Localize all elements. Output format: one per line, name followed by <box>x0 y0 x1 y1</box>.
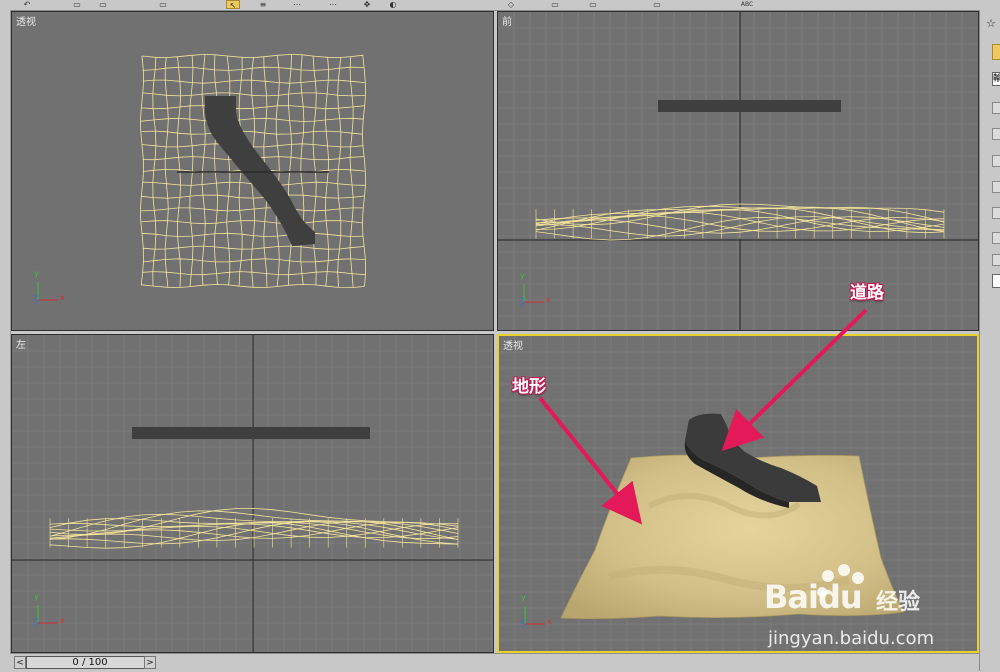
road-object <box>658 100 841 112</box>
viewport-canvas <box>34 53 366 305</box>
viewport-grid <box>498 12 978 330</box>
rollout-button[interactable] <box>992 254 1000 266</box>
main-toolbar: ↶ ▭ ▭ ▭ ↖ ≡ ⋯ ⋯ ✥ ◐ ◇ ▭ ▭ ▭ ABC <box>0 0 1000 11</box>
wire-line <box>142 271 365 276</box>
viewport-canvas <box>499 336 977 651</box>
axis-gizmo <box>521 606 545 629</box>
wire-line <box>141 220 364 225</box>
geometry-tab-icon[interactable] <box>992 44 1000 60</box>
wire-line <box>142 245 365 250</box>
frame-counter: 0 / 100 <box>72 657 108 668</box>
object-type-field[interactable]: 輸 <box>992 72 1000 86</box>
rollout-button[interactable] <box>992 155 1000 167</box>
viewport-front[interactable]: 前 y x z <box>497 11 979 331</box>
road-object <box>132 427 370 439</box>
wire-line <box>142 258 365 263</box>
wire-line <box>141 117 364 122</box>
viewport-canvas <box>498 12 978 330</box>
axis-z-label: z <box>520 295 525 304</box>
axis-gizmo <box>34 605 58 628</box>
axis-x-label: x <box>60 616 65 625</box>
axis-z-label: z <box>521 617 526 626</box>
wire-line <box>201 55 206 286</box>
viewport-label[interactable]: 透视 <box>503 337 523 352</box>
viewport-label[interactable]: 前 <box>502 13 512 28</box>
window-crossing-icon[interactable]: ⋯ <box>326 0 340 9</box>
wire-line <box>139 55 145 286</box>
layer-icon[interactable]: ▭ <box>586 0 600 9</box>
wire-line <box>141 207 364 212</box>
command-panel: ☆ 輸 <box>979 10 1000 671</box>
axis-x-label: x <box>60 293 65 302</box>
wire-line <box>349 56 354 287</box>
wire-line <box>152 56 157 287</box>
viewport-canvas <box>12 335 493 652</box>
terrain-annotation: 地形 <box>512 377 546 397</box>
link-icon[interactable]: ▭ <box>70 0 84 9</box>
wire-line <box>141 53 364 59</box>
rollout-button[interactable] <box>992 128 1000 140</box>
timeline: < 0 / 100 > <box>10 653 979 672</box>
curve-editor-icon[interactable]: ▭ <box>650 0 664 9</box>
wire-line <box>312 55 317 286</box>
viewport-perspective-top[interactable]: 透视 y x z <box>11 11 494 331</box>
wire-line <box>300 55 305 286</box>
wire-line <box>164 56 169 287</box>
prev-frame-button[interactable]: < <box>14 656 26 669</box>
name-field[interactable] <box>992 274 1000 288</box>
axis-y-label: y <box>34 592 39 601</box>
wire-line <box>141 143 364 148</box>
wire-line <box>142 92 365 97</box>
axis-gizmo <box>520 284 544 307</box>
viewport-label[interactable]: 左 <box>16 336 26 351</box>
abc-button[interactable]: ABC <box>736 0 758 9</box>
next-frame-button[interactable]: > <box>144 656 156 669</box>
select-by-name-icon[interactable]: ≡ <box>256 0 270 9</box>
undo-icon[interactable]: ↶ <box>20 0 34 9</box>
bind-icon[interactable]: ▭ <box>156 0 170 9</box>
terrain-wireframe <box>535 203 945 241</box>
select-icon[interactable]: ↖ <box>226 0 240 10</box>
move-icon[interactable]: ✥ <box>360 0 374 9</box>
wire-line <box>213 55 218 286</box>
mirror-icon[interactable]: ◇ <box>504 0 518 9</box>
left-strip <box>0 10 11 653</box>
wire-line <box>142 79 365 84</box>
road-annotation: 道路 <box>850 283 884 303</box>
rollout-button[interactable] <box>992 232 1000 244</box>
3dsmax-window: ↶ ▭ ▭ ▭ ↖ ≡ ⋯ ⋯ ✥ ◐ ◇ ▭ ▭ ▭ ABC 透视 y x z <box>0 0 1000 672</box>
axis-x-label: x <box>547 617 552 626</box>
axis-y-label: y <box>34 269 39 278</box>
wire-line <box>226 55 231 286</box>
axis-y-label: y <box>520 271 525 280</box>
wire-line <box>141 130 364 135</box>
axis-z-label: z <box>34 616 39 625</box>
wire-line <box>142 66 365 71</box>
viewport-label[interactable]: 透视 <box>16 13 36 28</box>
time-slider[interactable]: 0 / 100 <box>26 656 154 669</box>
axis-x-label: x <box>546 295 551 304</box>
rollout-button[interactable] <box>992 102 1000 114</box>
axis-y-label: y <box>521 593 526 602</box>
terrain-wireframe <box>49 507 459 549</box>
rotate-icon[interactable]: ◐ <box>386 0 400 9</box>
wire-line <box>288 55 293 286</box>
axis-z-label: z <box>34 293 39 302</box>
align-icon[interactable]: ▭ <box>548 0 562 9</box>
axis-gizmo <box>34 282 58 305</box>
rollout-button[interactable] <box>992 181 1000 193</box>
viewport-left[interactable]: 左 y x z <box>11 334 494 653</box>
rollout-button[interactable] <box>992 207 1000 219</box>
wire-line <box>337 56 342 287</box>
viewport-perspective-shaded[interactable]: 透视 y x z <box>497 334 979 653</box>
create-tab-icon[interactable]: ☆ <box>982 16 1000 32</box>
wire-line <box>141 232 364 237</box>
region-select-icon[interactable]: ⋯ <box>290 0 304 9</box>
unlink-icon[interactable]: ▭ <box>96 0 110 9</box>
